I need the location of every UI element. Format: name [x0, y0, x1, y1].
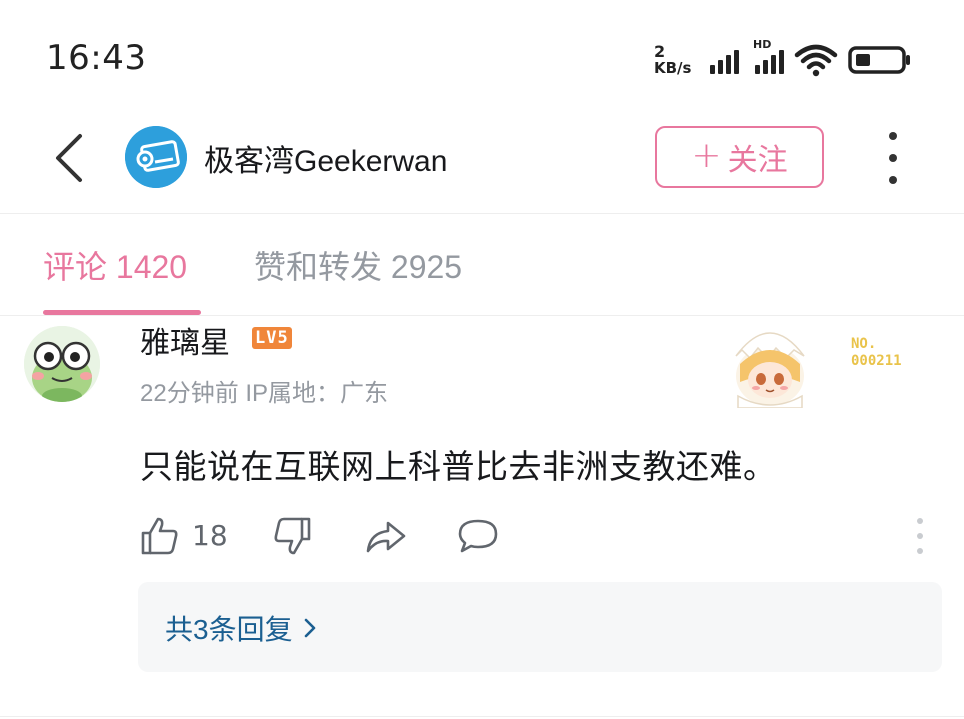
geekerwan-logo-icon [125, 126, 187, 188]
level-badge: LV5 [252, 327, 292, 349]
wifi-icon [794, 44, 838, 77]
share-button[interactable] [364, 514, 408, 558]
net-speed-unit: KB/s [654, 59, 692, 77]
share-icon [366, 521, 406, 553]
status-time: 16:43 [46, 38, 147, 78]
status-bar: 16:43 2 KB/s HD [0, 0, 964, 110]
chevron-left-icon[interactable] [50, 130, 90, 186]
follow-button[interactable]: + 关注 [655, 126, 824, 188]
commenter-avatar[interactable] [24, 326, 100, 402]
tab-bar: 评论 1420 赞和转发 2925 [0, 214, 964, 316]
up-avatar[interactable] [125, 126, 187, 188]
up-name[interactable]: 极客湾Geekerwan [204, 136, 447, 180]
follow-label: 关注 [727, 143, 788, 178]
thumbs-down-icon [274, 517, 311, 555]
chevron-right-icon [304, 618, 315, 638]
view-replies-link[interactable]: 共3条回复 [165, 608, 317, 648]
more-vertical-icon[interactable] [884, 132, 902, 184]
dislike-button[interactable] [272, 514, 314, 558]
commenter-name[interactable]: 雅璃星 [140, 318, 230, 362]
reply-summary: 共3条回复 [165, 614, 293, 645]
like-button[interactable] [138, 514, 180, 558]
signal-icon [710, 46, 739, 74]
comment-text[interactable]: 只能说在互联网上科普比去非洲支教还难。 [140, 440, 777, 488]
thumbs-up-icon [141, 517, 178, 555]
comment-meta: 22分钟前 IP属地：广东 [140, 380, 389, 407]
header-bar: 极客湾Geekerwan + 关注 [0, 110, 964, 214]
frog-avatar-icon [24, 326, 100, 402]
comment-bubble-icon [458, 519, 498, 553]
tab-likes-shares[interactable]: 赞和转发 2925 [254, 242, 462, 288]
signal-hd-icon: HD [753, 38, 784, 74]
net-speed: 2 KB/s [654, 42, 700, 77]
divider [0, 716, 964, 717]
net-speed-value: 2 [654, 42, 666, 61]
comment-more-icon[interactable] [912, 518, 928, 554]
hd-label: HD [753, 38, 772, 51]
replies-preview[interactable]: 共3条回复 [138, 582, 942, 672]
reply-button[interactable] [456, 514, 500, 558]
follow-plus: + [691, 134, 722, 176]
tab-comments[interactable]: 评论 1420 [43, 242, 187, 288]
decoration-serial: 000211 [851, 353, 902, 369]
decoration-number: NO. 000211 [851, 336, 902, 370]
status-icons: 2 KB/s HD [654, 38, 912, 80]
decoration-card-icon [735, 332, 805, 408]
battery-icon [848, 46, 910, 74]
like-count: 18 [192, 519, 228, 552]
decoration-no-label: NO. [851, 336, 877, 352]
